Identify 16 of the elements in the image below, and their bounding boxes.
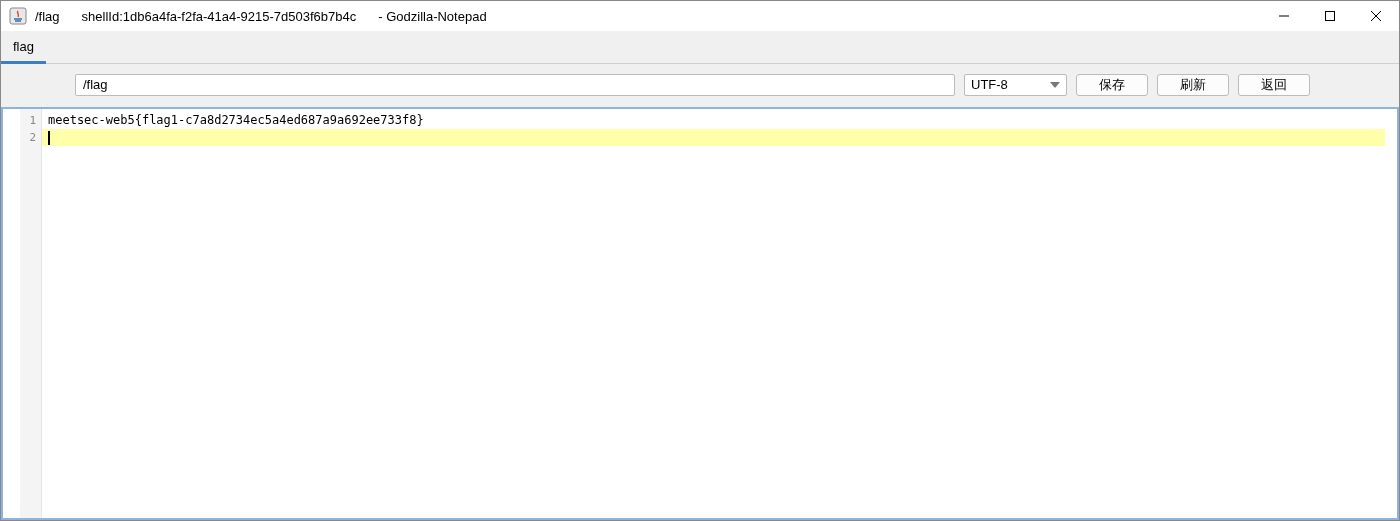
app-icon: [9, 7, 27, 25]
line-number: 2: [28, 130, 37, 146]
code-line: meetsec-web5{flag1-c7a8d2734ec5a4ed687a9a692ee733f8}: [48, 113, 424, 127]
text-caret: [48, 131, 50, 145]
toolbar-button[interactable]: 返回: [1238, 73, 1310, 96]
line-number: 1: [28, 113, 37, 129]
encoding-dropdown[interactable]: UTF-8: [964, 73, 1067, 96]
window-title: - Godzilla-Notepad: [378, 8, 487, 24]
dropdown-arrow-icon: [1050, 81, 1060, 88]
tab[interactable]: flag: [1, 31, 46, 64]
toolbar-button[interactable]: 保存: [1076, 73, 1148, 96]
path-field[interactable]: /flag: [75, 73, 955, 96]
window-title: shellId:1db6a4fa-f2fa-41a4-9215-7d503f6b7b4c: [81, 8, 357, 24]
code-editor[interactable]: 1 2 meetsec-web5{flag1-c7a8d2734ec5a4ed687a9a692ee733f8}: [1, 107, 1399, 520]
toolbar-button[interactable]: 刷新: [1157, 73, 1229, 96]
window-title: /flag: [35, 8, 60, 24]
